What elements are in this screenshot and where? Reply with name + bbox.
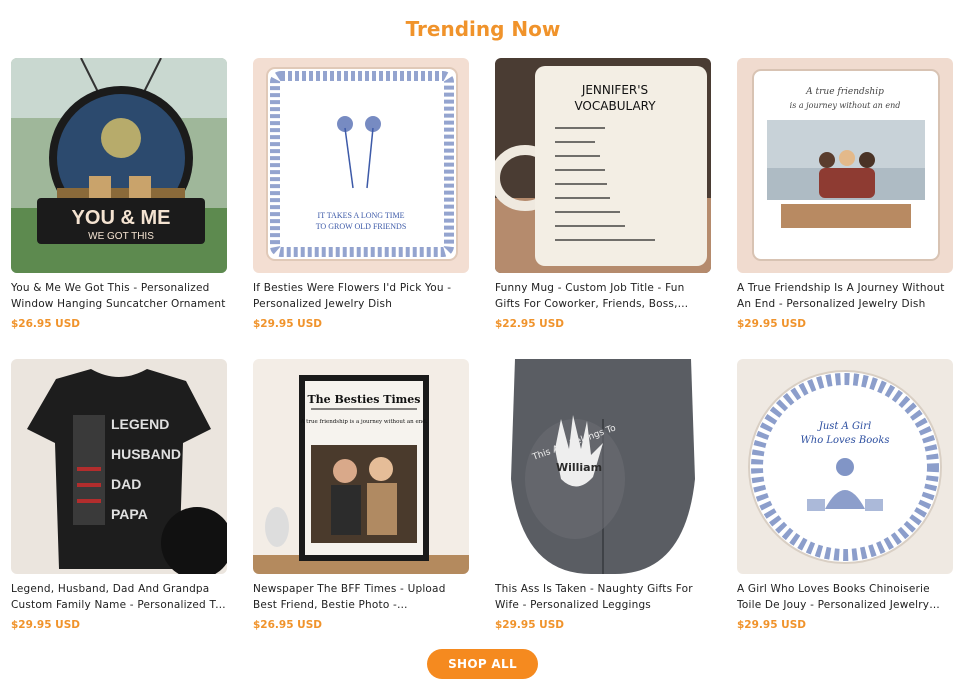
product-title[interactable]: Newspaper The BFF Times - Upload Best Fr… — [253, 581, 469, 613]
jewelry-dish-icon: A true friendship is a journey without a… — [737, 58, 953, 273]
product-title[interactable]: This Ass Is Taken - Naughty Gifts For Wi… — [495, 581, 711, 613]
product-price: $29.95 USD — [737, 318, 806, 330]
product-card[interactable]: The Besties Times A true friendship is a… — [253, 359, 469, 660]
svg-text:HUSBAND: HUSBAND — [111, 446, 181, 462]
product-card[interactable]: A true friendship is a journey without a… — [737, 58, 953, 359]
product-price: $26.95 USD — [253, 619, 322, 631]
product-image[interactable]: JENNIFER'S VOCABULARY — [495, 58, 711, 273]
svg-text:Who Loves Books: Who Loves Books — [800, 435, 889, 446]
svg-text:TO GROW OLD FRIENDS: TO GROW OLD FRIENDS — [316, 222, 407, 231]
svg-text:A true friendship: A true friendship — [805, 87, 884, 97]
plate-icon: Just A Girl Who Loves Books — [737, 359, 953, 574]
product-grid: YOU & ME WE GOT THIS You & Me We Got Thi… — [11, 58, 955, 660]
svg-text:The Besties Times: The Besties Times — [308, 393, 421, 406]
poster-icon: The Besties Times A true friendship is a… — [253, 359, 469, 574]
svg-text:YOU & ME: YOU & ME — [72, 207, 171, 229]
product-title[interactable]: Funny Mug - Custom Job Title - Fun Gifts… — [495, 280, 711, 312]
product-image[interactable]: YOU & ME WE GOT THIS — [11, 58, 227, 273]
product-title[interactable]: If Besties Were Flowers I'd Pick You - P… — [253, 280, 469, 312]
product-title[interactable]: You & Me We Got This - Personalized Wind… — [11, 280, 227, 312]
product-card[interactable]: This Ass Belongs To William This Ass Is … — [495, 359, 711, 660]
product-image[interactable]: Just A Girl Who Loves Books — [737, 359, 953, 574]
product-price: $22.95 USD — [495, 318, 564, 330]
product-price: $26.95 USD — [11, 318, 80, 330]
product-card[interactable]: JENNIFER'S VOCABULARY Funny Mug - Custom… — [495, 58, 711, 359]
mug-icon: JENNIFER'S VOCABULARY — [495, 58, 711, 273]
svg-text:LEGEND: LEGEND — [111, 416, 169, 432]
svg-text:JENNIFER'S: JENNIFER'S — [581, 83, 648, 97]
t-shirt-icon: LEGEND HUSBAND DAD PAPA — [11, 359, 227, 574]
jewelry-dish-icon: IT TAKES A LONG TIME TO GROW OLD FRIENDS — [253, 58, 469, 273]
product-title[interactable]: A True Friendship Is A Journey Without A… — [737, 280, 953, 312]
product-image[interactable]: This Ass Belongs To William — [495, 359, 711, 574]
product-title[interactable]: Legend, Husband, Dad And Grandpa Custom … — [11, 581, 227, 613]
product-image[interactable]: A true friendship is a journey without a… — [737, 58, 953, 273]
svg-text:is a journey without an end: is a journey without an end — [790, 101, 901, 110]
product-card[interactable]: LEGEND HUSBAND DAD PAPA Legend, Husband,… — [11, 359, 227, 660]
product-price: $29.95 USD — [253, 318, 322, 330]
svg-text:VOCABULARY: VOCABULARY — [574, 99, 656, 113]
product-card[interactable]: Just A Girl Who Loves Books A Girl Who L… — [737, 359, 953, 660]
svg-text:WE GOT THIS: WE GOT THIS — [88, 231, 154, 242]
svg-text:IT TAKES A LONG TIME: IT TAKES A LONG TIME — [318, 211, 405, 220]
svg-text:DAD: DAD — [111, 476, 141, 492]
svg-text:PAPA: PAPA — [111, 506, 148, 522]
section-title: Trending Now — [405, 17, 561, 41]
product-image[interactable]: LEGEND HUSBAND DAD PAPA — [11, 359, 227, 574]
leggings-icon: This Ass Belongs To William — [495, 359, 711, 574]
svg-text:Just A Girl: Just A Girl — [817, 421, 871, 432]
product-price: $29.95 USD — [737, 619, 806, 631]
product-image[interactable]: The Besties Times A true friendship is a… — [253, 359, 469, 574]
svg-text:William: William — [556, 461, 602, 474]
product-card[interactable]: YOU & ME WE GOT THIS You & Me We Got Thi… — [11, 58, 227, 359]
product-price: $29.95 USD — [11, 619, 80, 631]
shop-all-button[interactable]: SHOP ALL — [427, 649, 538, 679]
suncatcher-ornament-icon: YOU & ME WE GOT THIS — [11, 58, 227, 273]
product-price: $29.95 USD — [495, 619, 564, 631]
svg-text:A true friendship is a journey: A true friendship is a journey without a… — [299, 419, 427, 425]
product-image[interactable]: IT TAKES A LONG TIME TO GROW OLD FRIENDS — [253, 58, 469, 273]
product-title[interactable]: A Girl Who Loves Books Chinoiserie Toile… — [737, 581, 953, 613]
product-card[interactable]: IT TAKES A LONG TIME TO GROW OLD FRIENDS… — [253, 58, 469, 359]
